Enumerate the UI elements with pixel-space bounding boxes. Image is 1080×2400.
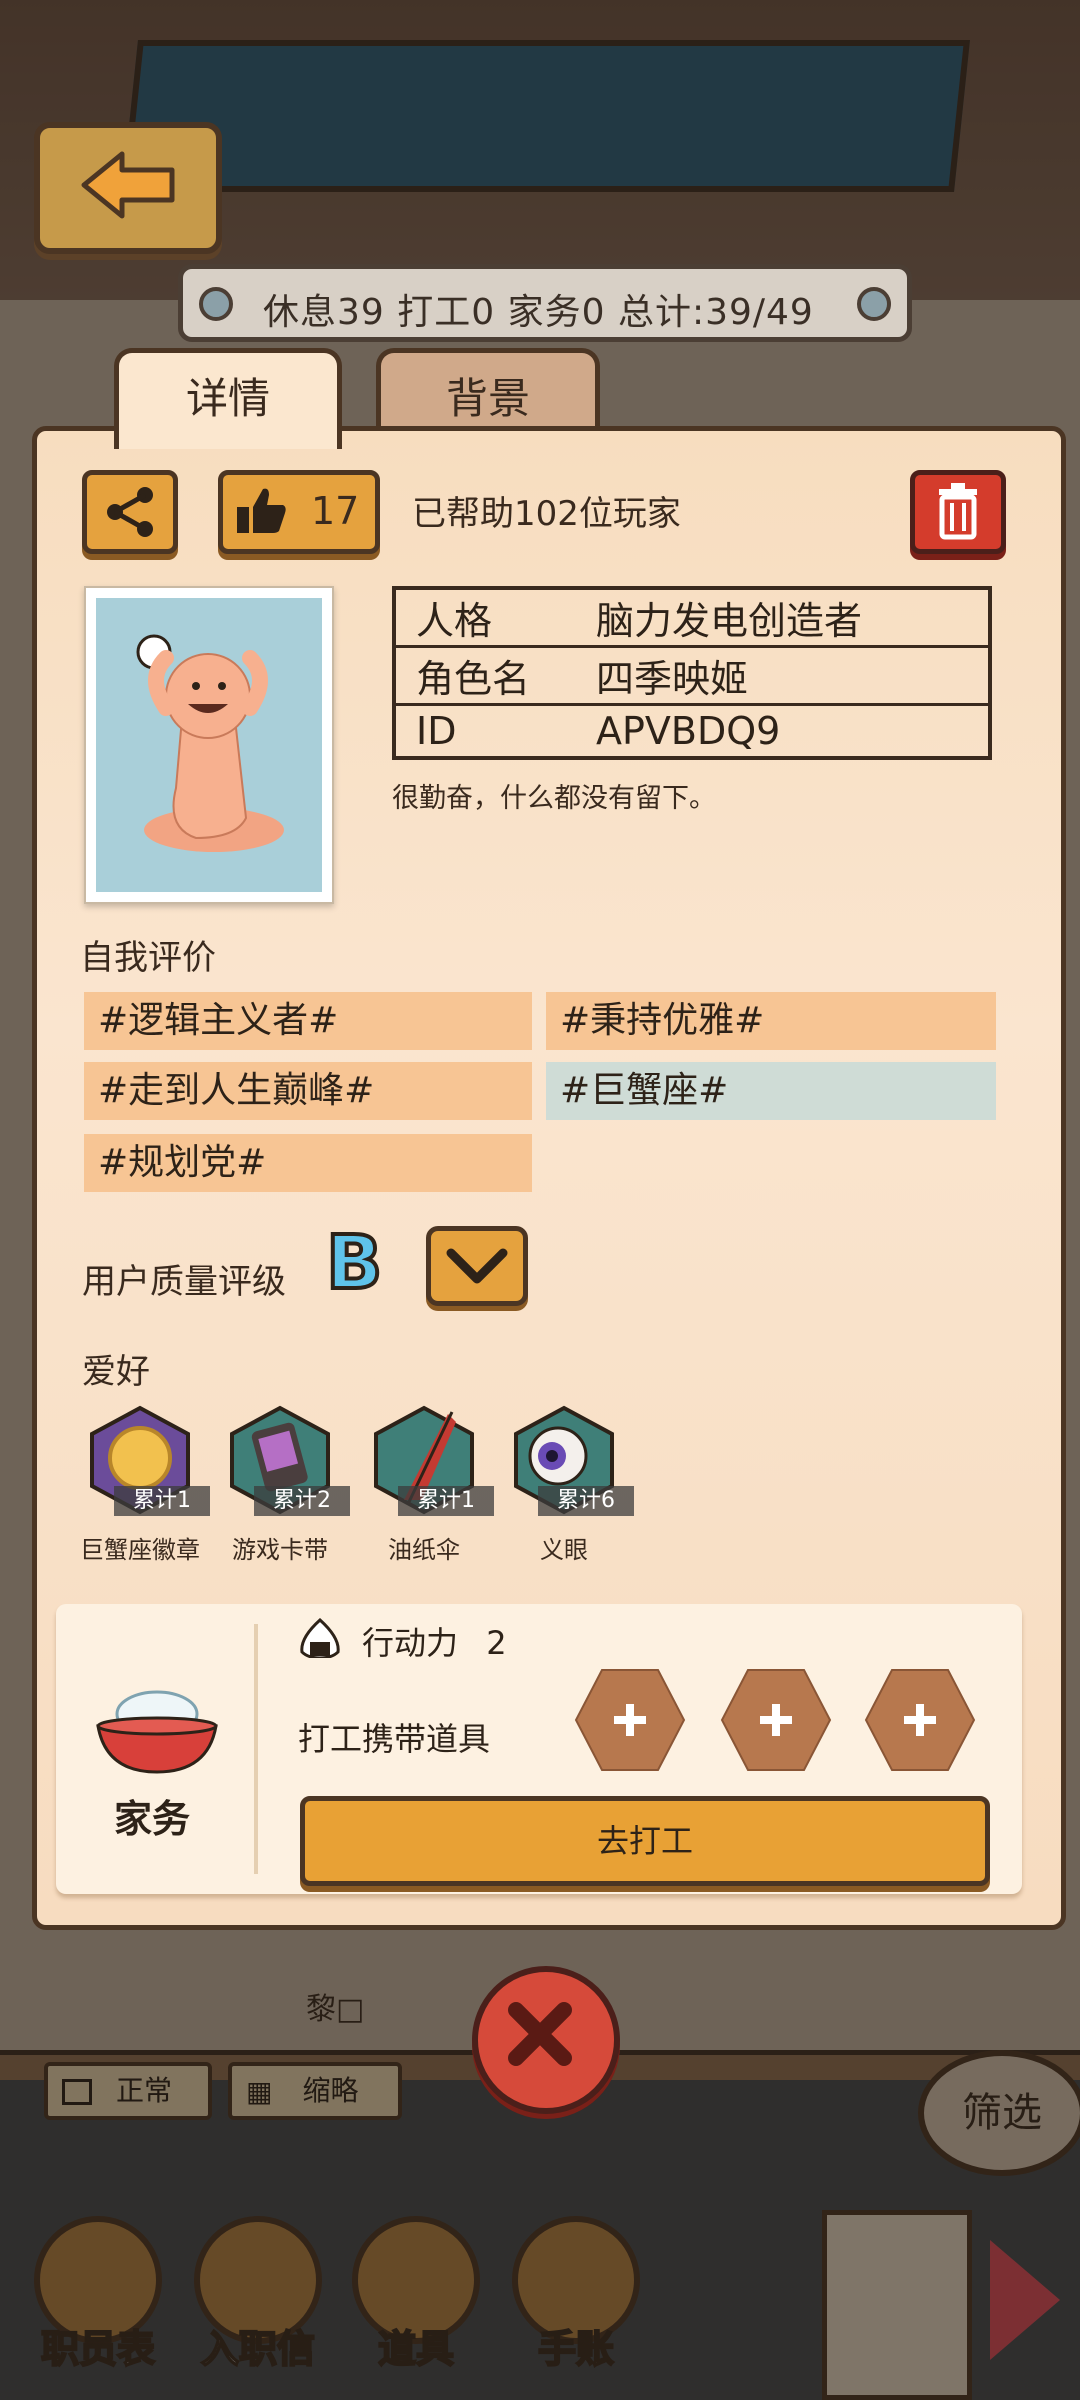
avatar-picture	[96, 598, 322, 892]
paper-umbrella-icon: 累计1	[368, 1404, 494, 1516]
hobby-name: 义眼	[540, 1536, 588, 1564]
hobby-item[interactable]: 累计2 游戏卡带	[210, 1404, 350, 1565]
quality-rating-label: 用户质量评级	[82, 1262, 286, 1302]
add-item-slot[interactable]	[720, 1668, 832, 1772]
task-panel: 家务 行动力 2 打工携带道具 去打工	[56, 1604, 1022, 1894]
work-stats-text: 休息39 打工0 家务0 总计:39/49	[263, 292, 814, 333]
quality-grade-badge: B	[324, 1218, 390, 1308]
trash-icon	[939, 483, 977, 540]
delete-button[interactable]	[910, 470, 1006, 554]
hobby-name: 油纸伞	[388, 1536, 460, 1564]
plus-icon	[574, 1669, 686, 1771]
hobby-count: 累计1	[114, 1486, 210, 1516]
id-key: ID	[416, 709, 457, 753]
rivet-icon	[857, 287, 891, 321]
hobby-item[interactable]: 累计1 油纸伞	[354, 1404, 494, 1565]
energy-label: 行动力 2	[362, 1618, 507, 1664]
crab-badge-icon: 累计1	[84, 1404, 210, 1516]
game-cartridge-icon: 累计2	[224, 1404, 350, 1516]
self-eval-tag: #走到人生巅峰#	[84, 1062, 532, 1120]
share-button[interactable]	[82, 470, 178, 554]
energy-label-text: 行动力	[362, 1624, 459, 1662]
quality-dropdown-button[interactable]	[426, 1226, 528, 1306]
character-name-key: 角色名	[394, 646, 576, 706]
housework-bowl-icon	[92, 1676, 222, 1780]
plus-icon	[720, 1669, 832, 1771]
divider	[254, 1624, 258, 1874]
hobbies-label: 爱好	[82, 1352, 150, 1392]
hobby-count: 累计6	[538, 1486, 634, 1516]
close-icon	[508, 2002, 572, 2066]
quality-grade-value: B	[324, 1218, 384, 1308]
add-item-slot[interactable]	[864, 1668, 976, 1772]
self-eval-tag: #规划党#	[84, 1134, 532, 1192]
self-eval-label: 自我评价	[80, 938, 216, 978]
hobby-item[interactable]: 累计6 义眼	[494, 1404, 634, 1565]
like-count: 17	[311, 489, 360, 533]
chevron-down-icon	[446, 1248, 508, 1284]
carry-items-label: 打工携带道具	[298, 1720, 491, 1758]
energy-value: 2	[486, 1624, 507, 1662]
rice-ball-icon	[296, 1617, 344, 1660]
add-item-slot[interactable]	[574, 1668, 686, 1772]
self-eval-tag: #秉持优雅#	[546, 992, 996, 1050]
hobby-count: 累计2	[254, 1486, 350, 1516]
prosthetic-eye-icon: 累计6	[508, 1404, 634, 1516]
task-name: 家务	[114, 1797, 191, 1841]
hobby-name: 巨蟹座徽章	[80, 1536, 200, 1564]
character-name-value: 四季映姬	[576, 646, 990, 706]
plus-icon	[864, 1669, 976, 1771]
profile-description: 很勤奋，什么都没有留下。	[392, 783, 716, 814]
rivet-icon	[199, 287, 233, 321]
thumbs-up-icon	[237, 488, 286, 533]
work-stats-bar: 休息39 打工0 家务0 总计:39/49	[178, 264, 912, 342]
back-arrow-icon	[81, 151, 175, 219]
hobby-name: 游戏卡带	[232, 1536, 328, 1564]
thinking-character-icon	[136, 634, 284, 852]
character-name-row: 角色名 四季映姬	[394, 646, 990, 706]
personality-key: 人格	[394, 588, 576, 648]
personality-value: 脑力发电创造者	[576, 588, 990, 648]
avatar	[84, 586, 334, 904]
like-button[interactable]: 17	[218, 470, 380, 554]
back-button[interactable]	[34, 122, 222, 254]
tab-details[interactable]: 详情	[114, 348, 342, 449]
hobby-item[interactable]: 累计1 巨蟹座徽章	[70, 1404, 210, 1565]
id-row: ID APVBDQ9	[394, 705, 990, 759]
self-eval-tag: #逻辑主义者#	[84, 992, 532, 1050]
go-to-work-button[interactable]: 去打工	[300, 1796, 990, 1886]
hobby-count: 累计1	[398, 1486, 494, 1516]
personality-row: 人格 脑力发电创造者	[394, 588, 990, 648]
self-eval-tag: #巨蟹座#	[546, 1062, 996, 1120]
close-button[interactable]	[472, 1966, 620, 2114]
share-icon	[107, 487, 153, 537]
helped-players-text: 已帮助102位玩家	[412, 494, 681, 534]
profile-info-table: 人格 脑力发电创造者 角色名 四季映姬 ID APVBDQ9	[392, 586, 992, 760]
id-value: APVBDQ9	[596, 709, 781, 753]
